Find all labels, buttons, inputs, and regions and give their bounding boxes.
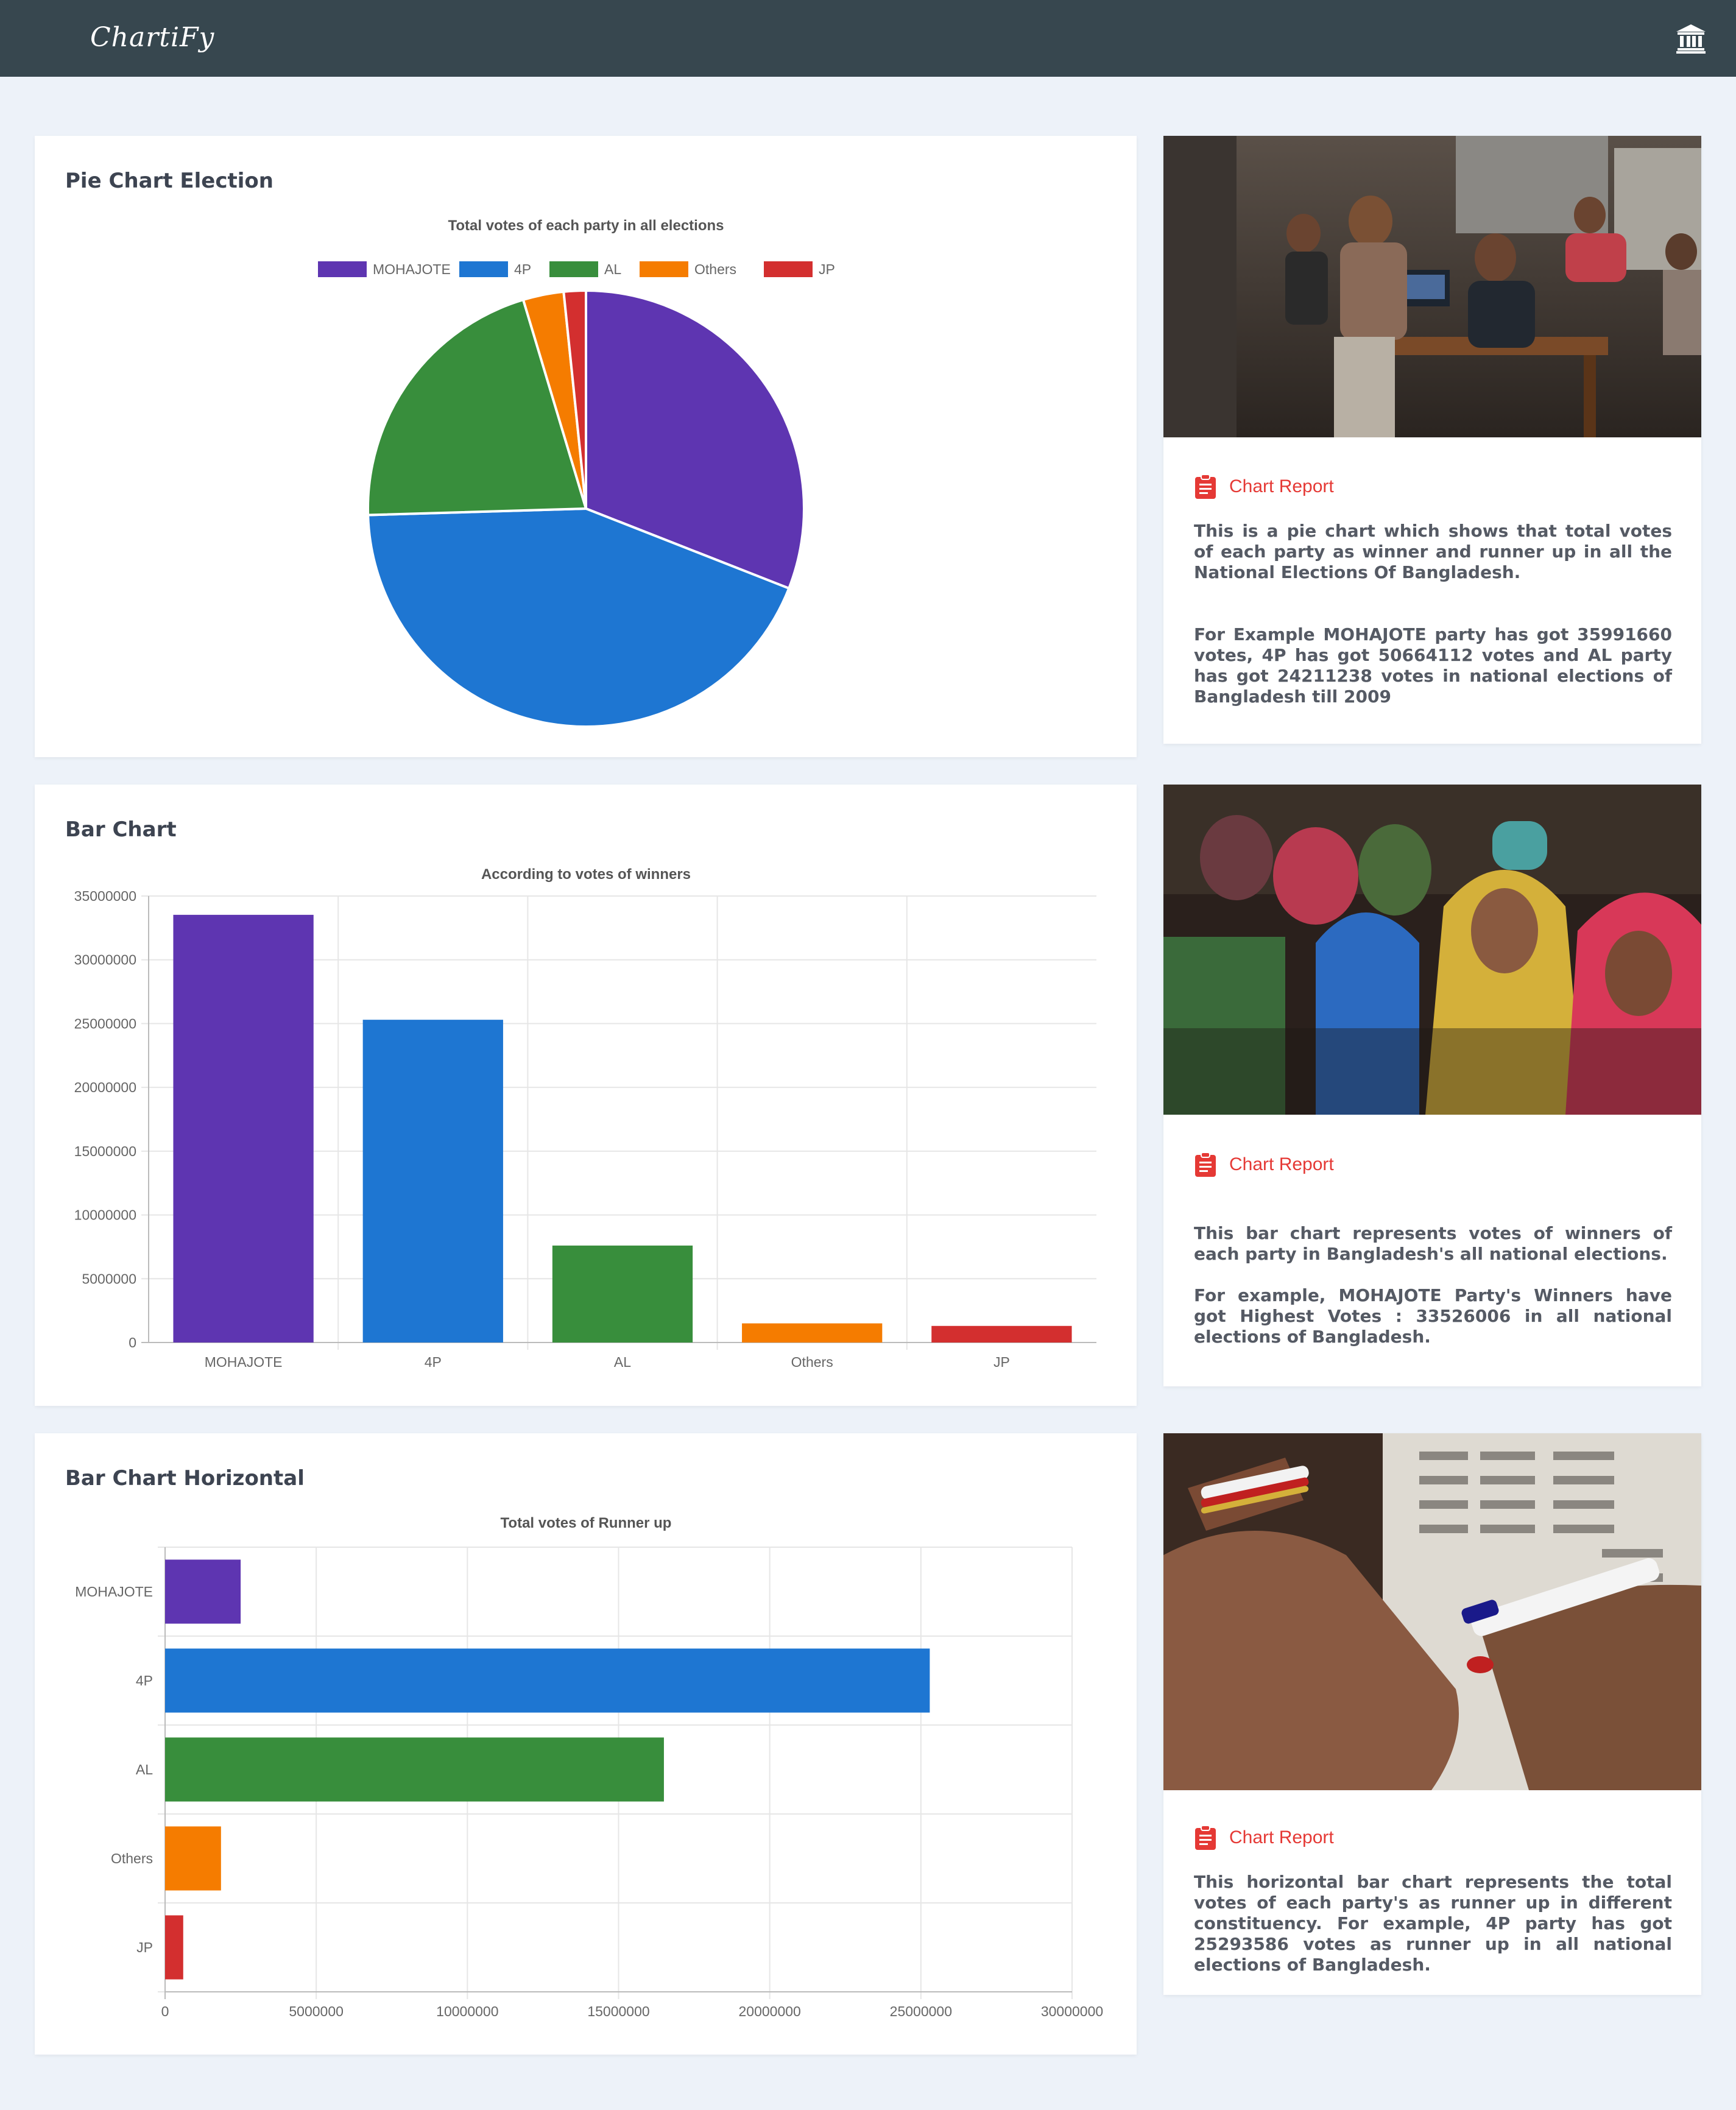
voting-booth-photo <box>1163 136 1701 437</box>
y-tick-label: 20000000 <box>74 1079 136 1095</box>
report-description: This bar chart represents votes of winne… <box>1194 1223 1672 1264</box>
report-card-bar: Chart Report This bar chart represents v… <box>1163 785 1701 1386</box>
legend-label-others: Others <box>694 261 736 277</box>
report-label[interactable]: Chart Report <box>1229 476 1334 497</box>
x-tick-label: Others <box>791 1354 833 1370</box>
legend-label-mohajote: MOHAJOTE <box>373 261 451 277</box>
horizontal-bar-chart-card: Bar Chart Horizontal Total votes of Runn… <box>35 1433 1137 2055</box>
legend-label-4p: 4P <box>514 261 531 277</box>
pie-chart-card: Pie Chart Election Total votes of each p… <box>35 136 1137 757</box>
bar-chart[interactable]: According to votes of winners 0 5000000 100… <box>35 785 1137 1406</box>
x-tick-label: MOHAJOTE <box>205 1354 283 1370</box>
bar-mohajote <box>165 1559 241 1624</box>
y-tick-label: 25000000 <box>74 1015 136 1031</box>
x-tick-label: 5000000 <box>289 2003 344 2019</box>
report-card-pie: Chart Report This is a pie chart which s… <box>1163 136 1701 744</box>
bar-jp <box>165 1915 183 1980</box>
legend-swatch-mohajote <box>318 261 367 277</box>
women-voters-queue-photo <box>1163 785 1701 1115</box>
report-description: This is a pie chart which shows that tot… <box>1194 521 1672 582</box>
x-tick-label: 0 <box>161 2003 169 2019</box>
x-tick-label: 15000000 <box>587 2003 649 2019</box>
legend-swatch-jp <box>764 261 813 277</box>
bar-al <box>165 1737 664 1802</box>
y-tick-label: AL <box>136 1762 153 1777</box>
institution-icon[interactable] <box>1675 23 1707 54</box>
y-tick-label: 30000000 <box>74 952 136 968</box>
bar-4p <box>362 1020 503 1343</box>
y-tick-label: MOHAJOTE <box>75 1584 153 1600</box>
report-header: Chart Report <box>1194 474 1334 499</box>
y-tick-label: 15000000 <box>74 1143 136 1159</box>
report-header: Chart Report <box>1194 1825 1334 1851</box>
pie-chart[interactable]: Total votes of each party in all electio… <box>35 136 1137 757</box>
report-description: This horizontal bar chart represents the… <box>1194 1872 1672 1975</box>
y-tick-label: JP <box>136 1939 153 1955</box>
y-tick-label: 4P <box>136 1673 153 1688</box>
x-tick-label: AL <box>614 1354 631 1370</box>
clipboard-icon <box>1195 1825 1216 1850</box>
report-header: Chart Report <box>1194 1152 1334 1177</box>
x-tick-label: 25000000 <box>890 2003 952 2019</box>
bar-al <box>552 1245 693 1343</box>
x-tick-label: 10000000 <box>436 2003 498 2019</box>
bar-chart-card: Bar Chart According to votes of winners 0… <box>35 785 1137 1406</box>
legend-label-jp: JP <box>819 261 835 277</box>
x-tick-label: 20000000 <box>738 2003 800 2019</box>
horizontal-bar-chart[interactable]: Total votes of Runner up 0 5000000 10000000… <box>35 1433 1137 2055</box>
bar-mohajote <box>173 914 314 1343</box>
report-card-horizontal-bar: Chart Report This horizontal bar chart r… <box>1163 1433 1701 1995</box>
legend-swatch-others <box>640 261 688 277</box>
clipboard-icon <box>1195 474 1216 499</box>
legend-swatch-al <box>549 261 598 277</box>
ink-marking-photo <box>1163 1433 1701 1790</box>
report-example: For example, MOHAJOTE Party's Winners ha… <box>1194 1285 1672 1347</box>
report-label[interactable]: Chart Report <box>1229 1827 1334 1848</box>
chart-title: According to votes of winners <box>481 866 691 883</box>
y-tick-label: 5000000 <box>82 1271 136 1286</box>
legend-label-al: AL <box>604 261 621 277</box>
chart-title: Total votes of each party in all electio… <box>448 217 724 234</box>
bar-others <box>742 1323 883 1343</box>
chart-title: Total votes of Runner up <box>501 1515 672 1531</box>
y-tick-label: 10000000 <box>74 1207 136 1223</box>
x-tick-label: 30000000 <box>1041 2003 1103 2019</box>
x-tick-label: JP <box>993 1354 1010 1370</box>
y-tick-label: 35000000 <box>74 888 136 904</box>
y-tick-label: 0 <box>129 1335 136 1350</box>
top-navbar: ChartiFy <box>0 0 1736 77</box>
brand-logo[interactable]: ChartiFy <box>90 22 214 53</box>
y-tick-label: Others <box>111 1851 153 1866</box>
legend-swatch-4p <box>459 261 508 277</box>
bar-4p <box>165 1648 930 1713</box>
bar-jp <box>931 1325 1072 1343</box>
bar-others <box>165 1826 221 1891</box>
report-label[interactable]: Chart Report <box>1229 1154 1334 1175</box>
clipboard-icon <box>1195 1152 1216 1177</box>
report-example: For Example MOHAJOTE party has got 35991… <box>1194 624 1672 707</box>
x-tick-label: 4P <box>425 1354 442 1370</box>
